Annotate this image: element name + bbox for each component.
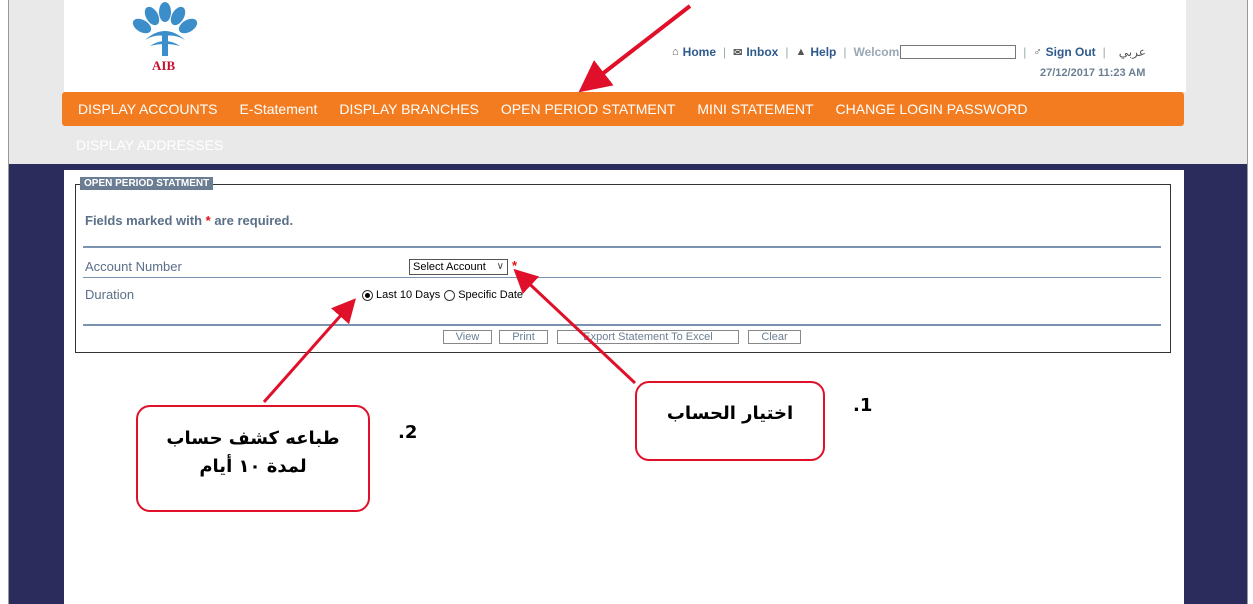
main-nav: DISPLAY ACCOUNTS E-Statement DISPLAY BRA… [62,92,1184,126]
home-link[interactable]: ⌂ Home [672,45,716,59]
logo-text: AIB [152,58,176,73]
help-link[interactable]: ▲ Help [795,45,836,59]
nav-change-login-password[interactable]: CHANGE LOGIN PASSWORD [836,101,1028,117]
annotation-print-line2: لمدة ١٠ أيام [199,456,307,477]
required-note-suffix: are required. [210,213,294,228]
radio-last-10-days[interactable] [362,289,373,301]
nav-open-period-statment[interactable]: OPEN PERIOD STATMENT [501,101,676,117]
lock-icon: ♂ [1033,46,1042,58]
print-button[interactable]: Print [499,330,548,344]
duration-options: Last 10 Days Specific Date [362,289,527,301]
annotation-choose-account: اختيار الحساب [635,381,825,461]
sign-out-label: Sign Out [1045,45,1096,59]
divider [83,324,1161,326]
inbox-link[interactable]: ✉ Inbox [733,45,778,59]
divider [83,277,1161,278]
session-datetime: 27/12/2017 11:23 AM [1040,67,1146,79]
right-gutter [1247,0,1253,604]
username-redaction [900,45,1017,59]
top-links: ⌂ Home | ✉ Inbox | ▲ Help | Welcom | ♂ Sign … [672,44,1146,60]
inbox-label: Inbox [746,45,779,59]
required-note: Fields marked with * are required. [85,213,293,228]
nav-display-branches[interactable]: DISPLAY BRANCHES [339,101,479,117]
separator: | [723,45,727,59]
separator: | [843,45,847,59]
nav-display-accounts[interactable]: DISPLAY ACCOUNTS [78,101,218,117]
account-required-star: * [512,258,518,273]
chevron-down-icon: ∨ [496,261,504,272]
language-switch[interactable]: عربي [1119,45,1146,59]
clear-button[interactable]: Clear [748,330,801,344]
warning-icon: ▲ [795,46,807,58]
separator: | [1102,45,1106,59]
left-gutter [0,0,8,604]
separator: | [785,45,789,59]
radio-specific-date[interactable] [444,289,456,301]
annotation-print-statement: طباعه كشف حساب لمدة ١٠ أيام [136,405,370,512]
divider [83,246,1161,248]
nav-mini-statement[interactable]: MINI STATEMENT [697,101,813,117]
account-number-label: Account Number [85,259,182,274]
form-legend: OPEN PERIOD STATMENT [80,177,214,190]
account-select-value: Select Account [413,261,486,273]
radio-specific-date-label: Specific Date [458,289,524,301]
view-button[interactable]: View [443,330,492,344]
envelope-icon: ✉ [733,46,743,59]
home-icon: ⌂ [672,46,679,58]
annotation-print-line1: طباعه كشف حساب [166,428,340,449]
statement-form-panel [75,184,1171,353]
export-excel-button[interactable]: Export Statement To Excel [557,330,739,344]
annotation-step-2: .2 [398,422,418,443]
help-label: Help [810,45,837,59]
radio-last-10-days-label: Last 10 Days [376,289,441,301]
separator: | [1023,45,1027,59]
account-select[interactable]: Select Account ∨ [409,259,508,275]
sign-out-link[interactable]: ♂ Sign Out [1033,45,1095,59]
home-label: Home [682,45,716,59]
annotation-step-1: .1 [853,395,873,416]
welcome-text: Welcom [853,45,900,59]
nav-display-addresses[interactable]: DISPLAY ADDRESSES [76,137,223,153]
nav-e-statement[interactable]: E-Statement [240,101,318,117]
duration-label: Duration [85,287,135,302]
required-note-prefix: Fields marked with [85,213,206,228]
